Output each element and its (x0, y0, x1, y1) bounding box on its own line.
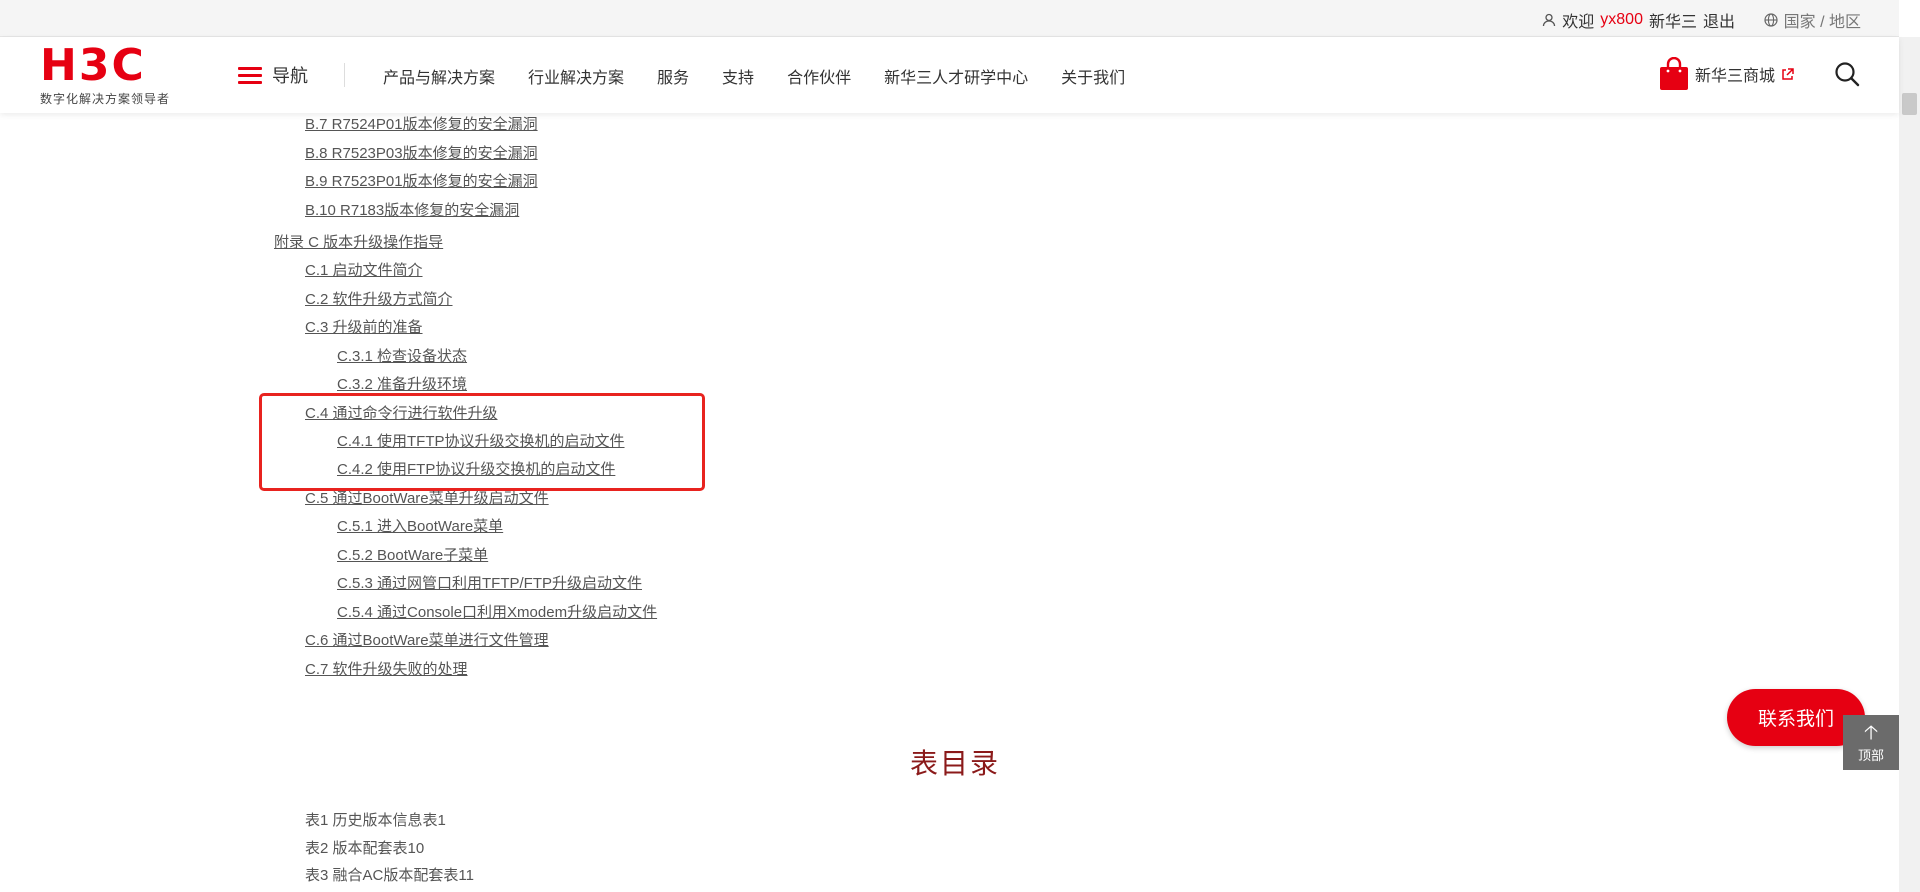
main-header: H3C 数字化解决方案领导者 导航 产品与解决方案 行业解决方案 服务 支持 合… (0, 37, 1899, 113)
menu-support[interactable]: 支持 (722, 64, 754, 88)
toc-link[interactable]: C.6 通过BootWare菜单进行文件管理 (305, 629, 549, 650)
search-icon (1835, 62, 1860, 87)
arrow-up-icon: 🡡 (1863, 722, 1879, 744)
toc-link[interactable]: 附录 C 版本升级操作指导 (274, 231, 443, 252)
highlight-box (259, 393, 705, 491)
company-name: 新华三 (1648, 14, 1697, 31)
toc-link[interactable]: B.9 R7523P01版本修复的安全漏洞 (305, 170, 538, 191)
tables-section-title: 表目录 (910, 748, 1001, 779)
top-utility-bar: 欢迎 yx800 新华三 退出 国家 / 地区 (0, 0, 1899, 37)
page-scrollbar[interactable] (1899, 37, 1920, 892)
toc-link[interactable]: C.5.4 通过Console口利用Xmodem升级启动文件 (337, 601, 657, 622)
logout-link[interactable]: 退出 (1703, 8, 1735, 32)
toc-link[interactable]: C.3 升级前的准备 (305, 316, 423, 337)
menu-products[interactable]: 产品与解决方案 (383, 64, 495, 88)
username[interactable]: yx800 (1600, 11, 1643, 29)
menu-industry[interactable]: 行业解决方案 (528, 64, 624, 88)
menu-about[interactable]: 关于我们 (1061, 64, 1125, 88)
toc-link[interactable]: B.7 R7524P01版本修复的安全漏洞 (305, 113, 538, 134)
user-icon (1543, 13, 1556, 27)
toc-link[interactable]: C.2 软件升级方式简介 (305, 288, 453, 309)
main-menu: 产品与解决方案 行业解决方案 服务 支持 合作伙伴 新华三人才研学中心 关于我们 (383, 64, 1158, 88)
menu-partners[interactable]: 合作伙伴 (787, 64, 851, 88)
table-link[interactable]: 表3 融合AC版本配套表11 (305, 864, 474, 885)
table-link[interactable]: 表2 版本配套表10 (305, 837, 424, 858)
toc-link[interactable]: C.3.1 检查设备状态 (337, 345, 467, 366)
toc-link[interactable]: C.1 启动文件简介 (305, 259, 423, 280)
back-to-top-label: 顶部 (1857, 748, 1884, 763)
toc-link[interactable]: C.5.1 进入BootWare菜单 (337, 515, 503, 536)
toc-link[interactable]: B.10 R7183版本修复的安全漏洞 (305, 199, 519, 220)
shop-label[interactable]: 新华三商城 (1695, 62, 1775, 86)
region-label[interactable]: 国家 / 地区 (1784, 8, 1861, 32)
header-divider (344, 63, 345, 87)
logo-tagline: 数字化解决方案领导者 (40, 92, 171, 106)
shop-link[interactable]: 新华三商城 (1659, 57, 1794, 91)
external-link-icon (1782, 67, 1794, 80)
globe-icon (1764, 13, 1778, 27)
h3c-logo[interactable]: H3C 数字化解决方案领导者 (40, 43, 180, 107)
user-welcome: 欢迎 yx800 新华三 退出 (1542, 8, 1735, 32)
nav-menu-button[interactable]: 导航 (238, 62, 308, 88)
toc-link[interactable]: C.5.3 通过网管口利用TFTP/FTP升级启动文件 (337, 572, 642, 593)
toc-link[interactable]: C.3.2 准备升级环境 (337, 373, 467, 394)
logo-mark: H3C (40, 40, 146, 91)
toc-link[interactable]: C.5.2 BootWare子菜单 (337, 544, 488, 565)
region-selector[interactable]: 国家 / 地区 (1764, 8, 1861, 32)
nav-label: 导航 (272, 66, 308, 86)
scrollbar-thumb[interactable] (1902, 93, 1917, 115)
table-link[interactable]: 表1 历史版本信息表1 (305, 809, 446, 830)
toc-link[interactable]: C.7 软件升级失败的处理 (305, 658, 468, 679)
menu-service[interactable]: 服务 (657, 64, 689, 88)
back-to-top-button[interactable]: 🡡 顶部 (1843, 715, 1899, 770)
shopping-bag-icon (1660, 57, 1688, 90)
menu-talent-center[interactable]: 新华三人才研学中心 (884, 64, 1028, 88)
welcome-text: 欢迎 (1562, 14, 1595, 31)
hamburger-icon (238, 63, 262, 88)
toc-link[interactable]: B.8 R7523P03版本修复的安全漏洞 (305, 142, 538, 163)
search-button[interactable] (1834, 61, 1860, 92)
